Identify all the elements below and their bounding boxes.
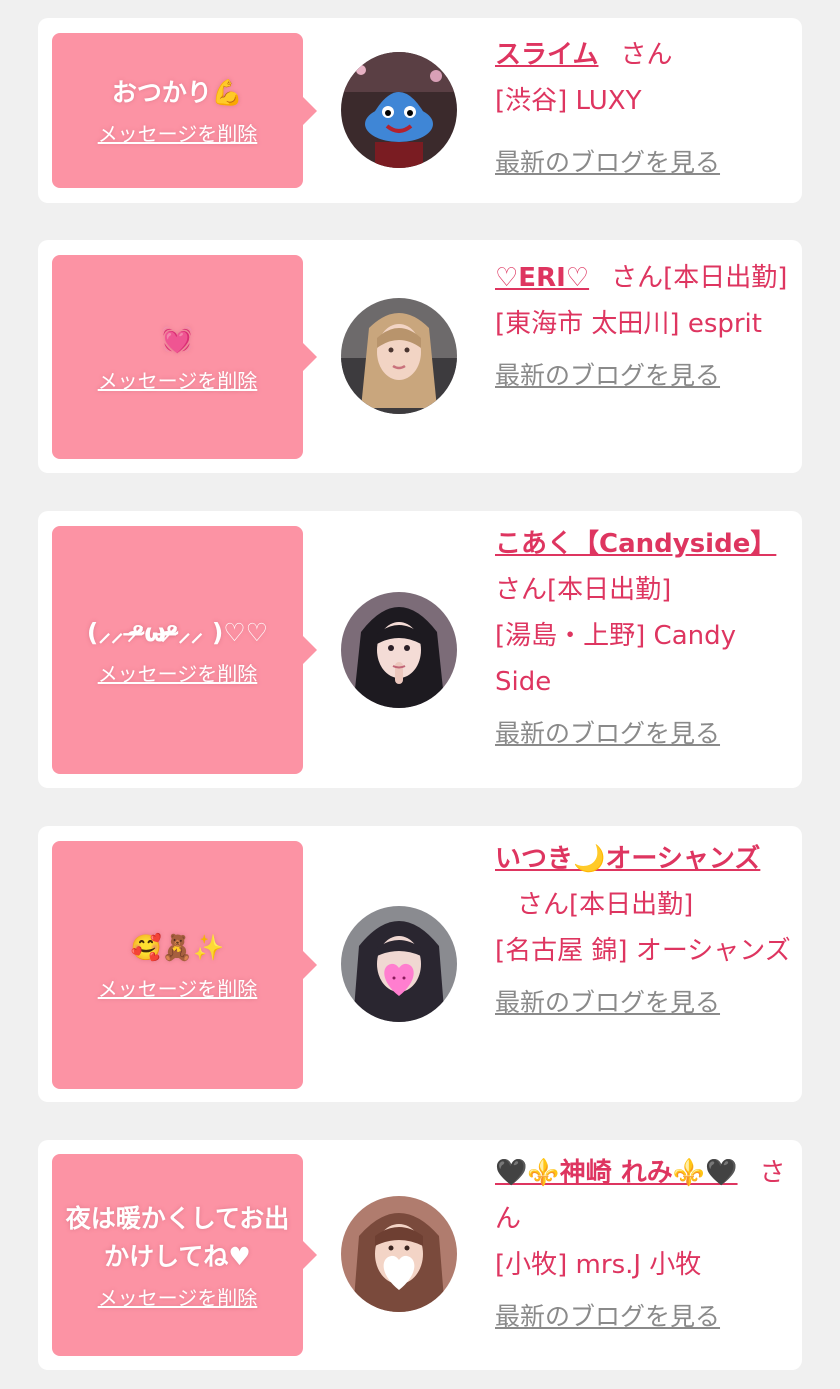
profile-name-link[interactable]: ♡ERI♡: [495, 263, 589, 293]
delete-message-link[interactable]: メッセージを削除: [98, 365, 258, 394]
latest-blog-link[interactable]: 最新のブログを見る: [495, 1294, 795, 1340]
shop-label: [小牧] mrs.J 小牧: [495, 1250, 702, 1280]
message-bubble: 夜は暖かくしてお出かけしてね♥ メッセージを削除: [52, 1154, 317, 1356]
profile-name-link[interactable]: スライム: [495, 40, 598, 70]
profile-name-link[interactable]: いつき🌙オーシャンズ: [495, 844, 760, 874]
profile-info: スライム さん [渋谷] LUXY 最新のブログを見る: [495, 32, 795, 186]
profile-info: 🖤⚜️神崎 れみ⚜️🖤 さん [小牧] mrs.J 小牧 最新のブログを見る: [495, 1150, 795, 1340]
message-bubble: (⸝⸝ ᵒ̴̶̷ωᵒ̴̶̷⸝⸝ )♡♡ メッセージを削除: [52, 526, 317, 774]
latest-blog-link[interactable]: 最新のブログを見る: [495, 353, 795, 399]
message-text: 🥰🧸✨: [130, 932, 225, 962]
avatar[interactable]: [341, 906, 457, 1022]
shop-label: [名古屋 錦] オーシャンズ: [495, 936, 791, 966]
shop-label: [渋谷] LUXY: [495, 86, 642, 116]
message-text: おつかり💪: [111, 78, 244, 107]
message-text: 💓: [161, 324, 194, 354]
profile-info: ♡ERI♡ さん[本日出勤] [東海市 太田川] esprit 最新のブログを見る: [495, 255, 795, 399]
woman-white-heart-avatar: [341, 1196, 457, 1312]
latest-blog-link[interactable]: 最新のブログを見る: [495, 140, 795, 186]
message-bubble: 🥰🧸✨ メッセージを削除: [52, 841, 317, 1089]
avatar[interactable]: [341, 298, 457, 414]
message-bubble: おつかり💪 メッセージを削除: [52, 33, 317, 188]
latest-blog-link[interactable]: 最新のブログを見る: [495, 711, 795, 757]
name-suffix: さん[本日出勤]: [517, 890, 694, 920]
delete-message-link[interactable]: メッセージを削除: [98, 658, 258, 687]
delete-message-link[interactable]: メッセージを削除: [98, 118, 258, 147]
profile-name-link[interactable]: こあく【Candyside】: [495, 529, 776, 559]
delete-message-link[interactable]: メッセージを削除: [98, 973, 258, 1002]
shop-label: [湯島・上野] Candy Side: [495, 621, 737, 697]
shop-label: [東海市 太田川] esprit: [495, 309, 762, 339]
avatar[interactable]: [341, 52, 457, 168]
message-bubble: 💓 メッセージを削除: [52, 255, 317, 459]
message-card: (⸝⸝ ᵒ̴̶̷ωᵒ̴̶̷⸝⸝ )♡♡ メッセージを削除 こあく【Candysi…: [38, 511, 802, 788]
woman-dark-hair-avatar: [341, 592, 457, 708]
woman-blonde-avatar: [341, 298, 457, 414]
message-card: おつかり💪 メッセージを削除 スライム さん [渋谷] LUXY 最新のブログを見…: [38, 18, 802, 203]
delete-message-link[interactable]: メッセージを削除: [98, 1282, 258, 1311]
profile-info: こあく【Candyside】 さん[本日出勤] [湯島・上野] Candy Si…: [495, 521, 795, 757]
profile-info: いつき🌙オーシャンズさん[本日出勤] [名古屋 錦] オーシャンズ 最新のブログ…: [495, 836, 795, 1026]
message-text: (⸝⸝ ᵒ̴̶̷ωᵒ̴̶̷⸝⸝ )♡♡: [86, 617, 269, 647]
latest-blog-link[interactable]: 最新のブログを見る: [495, 980, 795, 1026]
name-suffix: さん[本日出勤]: [611, 263, 788, 293]
profile-name-link[interactable]: 🖤⚜️神崎 れみ⚜️🖤: [495, 1158, 738, 1188]
name-suffix: さん: [620, 40, 673, 70]
name-suffix: さん[本日出勤]: [495, 575, 672, 605]
message-card: 夜は暖かくしてお出かけしてね♥ メッセージを削除 🖤⚜️神崎 れみ⚜️🖤 さん […: [38, 1140, 802, 1370]
message-card: 🥰🧸✨ メッセージを削除 いつき🌙オーシャンズさん[本日出勤] [名古屋 錦] …: [38, 826, 802, 1102]
woman-heart-face-avatar: [341, 906, 457, 1022]
message-card: 💓 メッセージを削除 ♡ERI♡ さん[本日出勤] [東海市 太田川] espri…: [38, 240, 802, 473]
slime-toy-avatar: [341, 52, 457, 168]
message-text: 夜は暖かくしてお出かけしてね♥: [65, 1203, 290, 1271]
avatar[interactable]: [341, 1196, 457, 1312]
avatar[interactable]: [341, 592, 457, 708]
